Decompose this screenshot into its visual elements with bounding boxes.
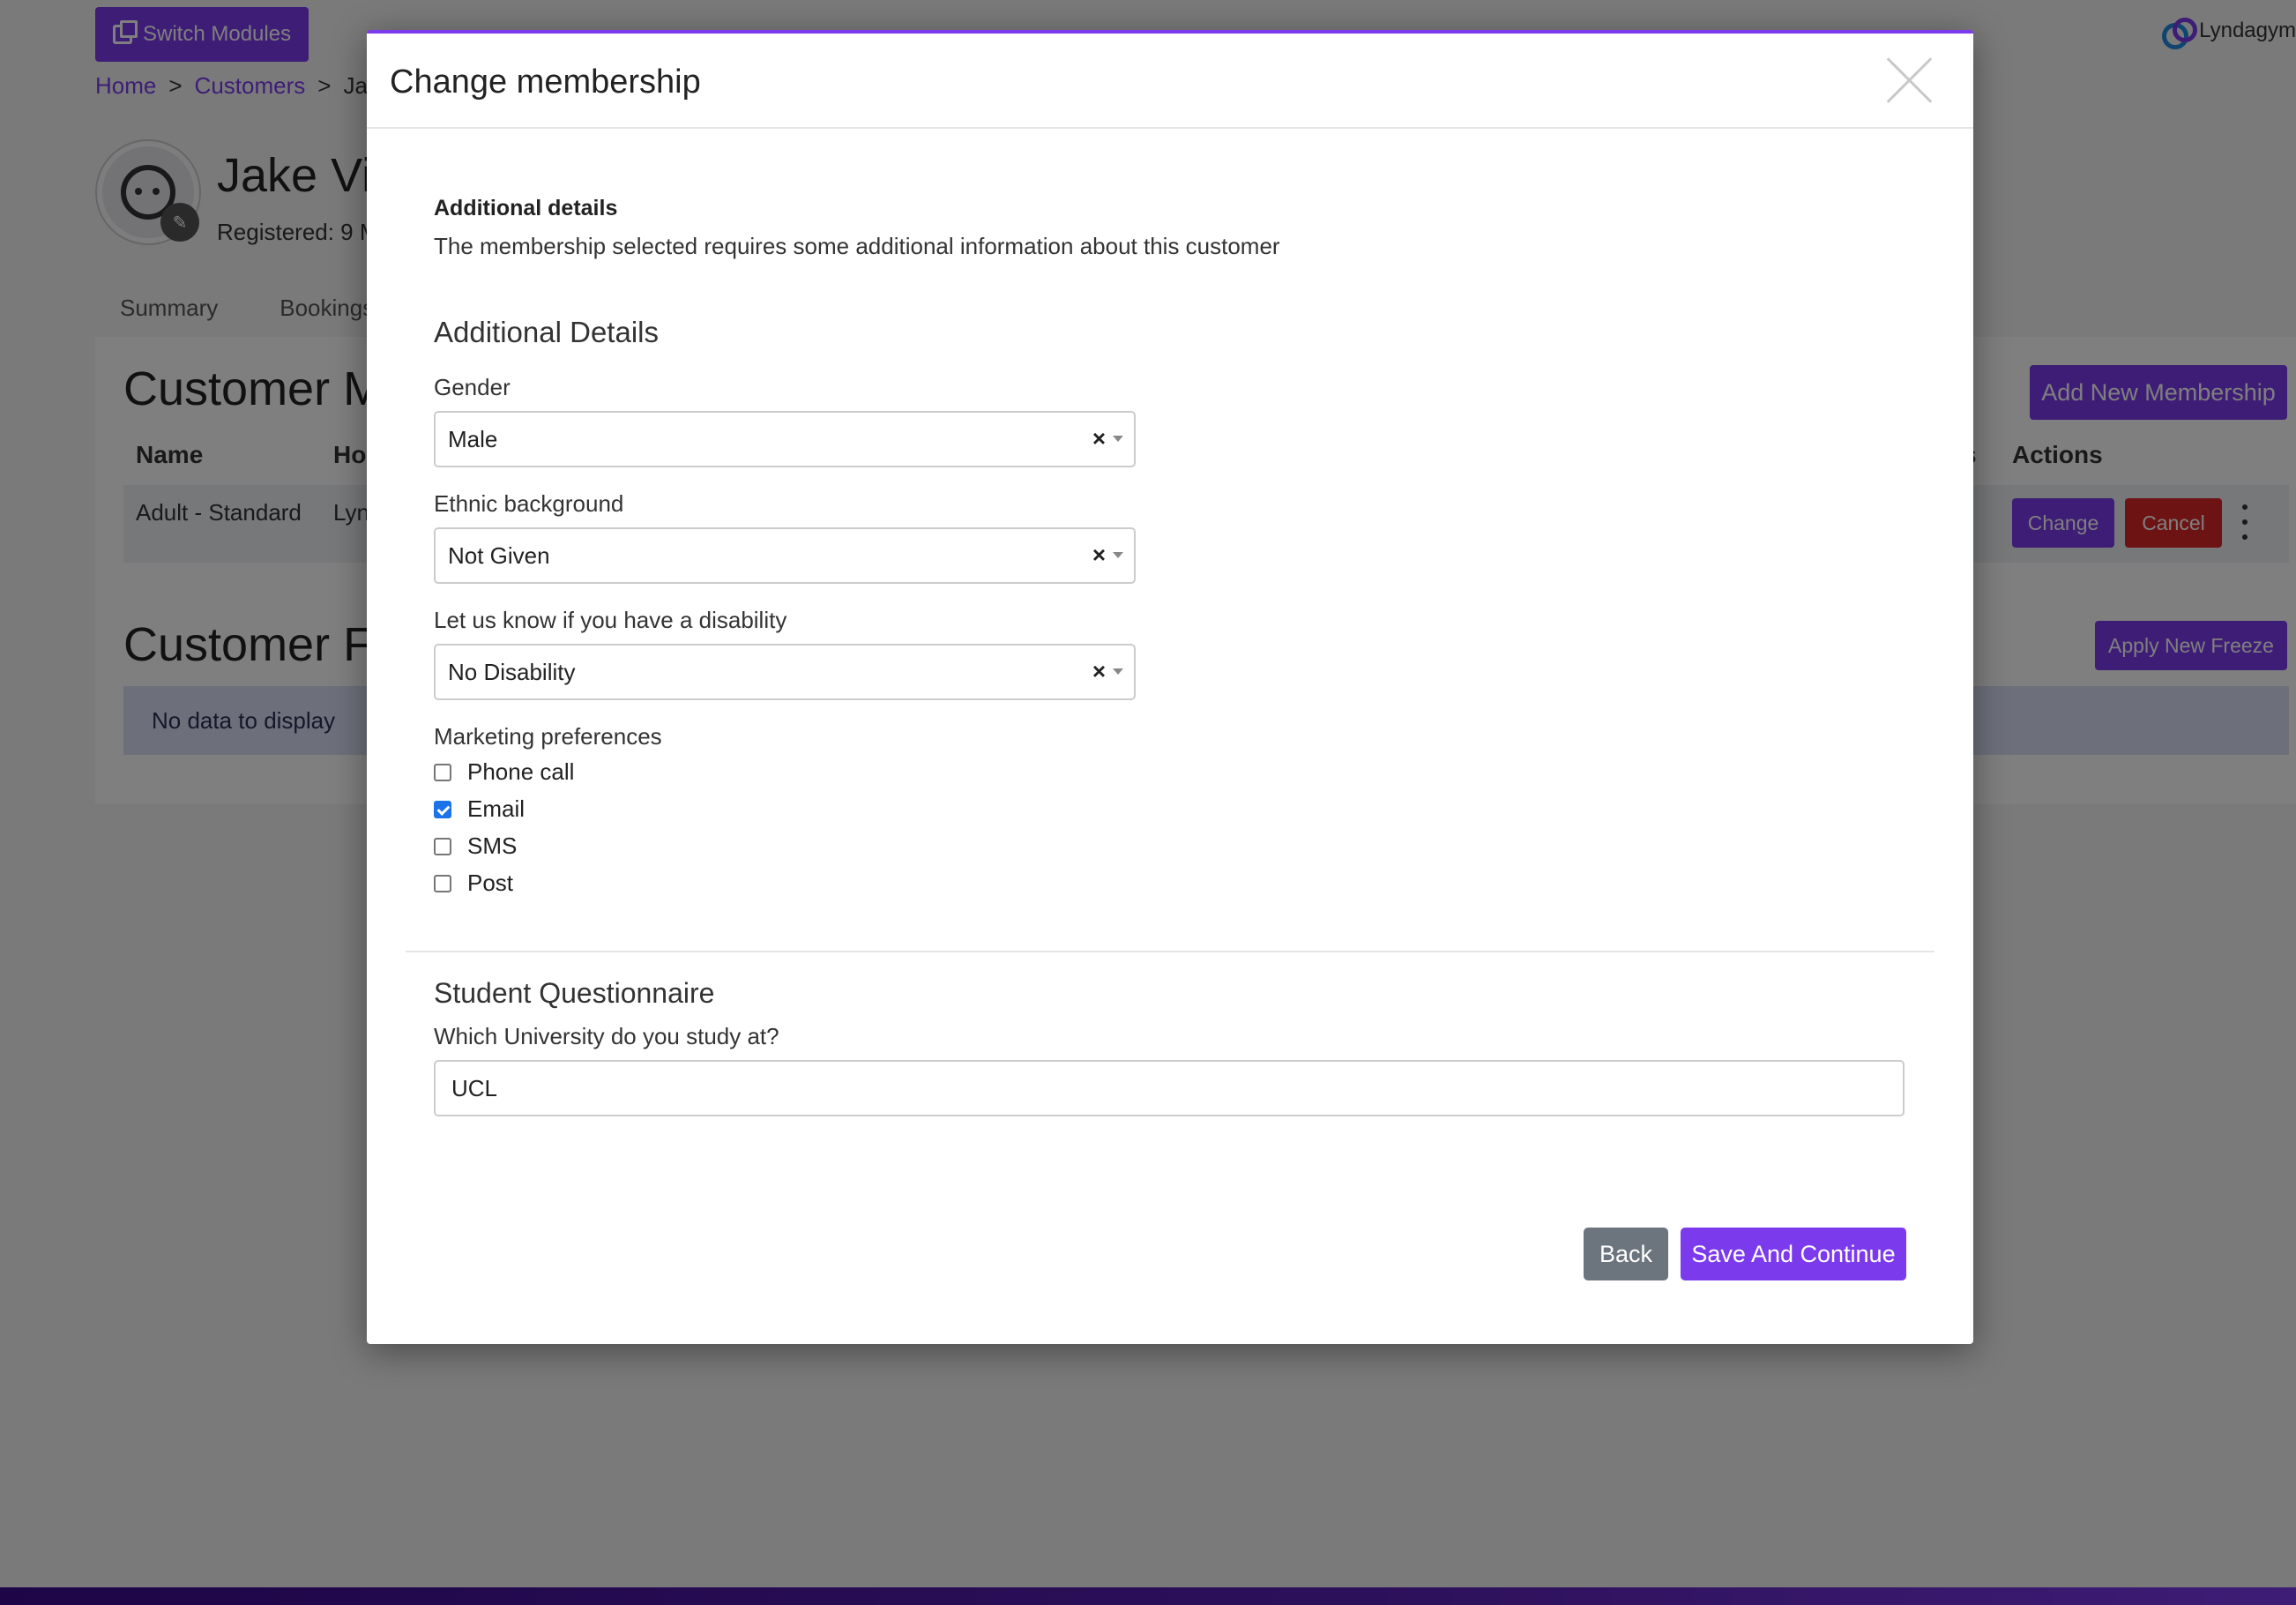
ethnic-value: Not Given bbox=[448, 541, 550, 569]
phone-label[interactable]: Phone call bbox=[467, 758, 574, 786]
modal-title: Change membership bbox=[390, 63, 701, 101]
phone-checkbox[interactable] bbox=[434, 763, 451, 781]
chevron-down-icon[interactable] bbox=[1113, 668, 1123, 675]
post-label[interactable]: Post bbox=[467, 870, 513, 897]
disability-value: No Disability bbox=[448, 658, 576, 685]
marketing-label: Marketing preferences bbox=[434, 723, 662, 750]
university-value: UCL bbox=[451, 1074, 498, 1101]
sms-label[interactable]: SMS bbox=[467, 832, 517, 860]
marketing-option-post[interactable]: Post bbox=[434, 870, 513, 897]
gender-value: Male bbox=[448, 425, 498, 452]
email-label[interactable]: Email bbox=[467, 795, 525, 823]
change-membership-modal: Change membership Additional details The… bbox=[367, 30, 1973, 1344]
sms-checkbox[interactable] bbox=[434, 837, 451, 855]
modal-header: Change membership bbox=[367, 34, 1973, 129]
university-label: Which University do you study at? bbox=[434, 1023, 779, 1049]
chevron-down-icon[interactable] bbox=[1113, 436, 1123, 442]
disability-select[interactable]: No Disability × bbox=[434, 644, 1136, 700]
close-icon[interactable] bbox=[1887, 56, 1933, 102]
email-checkbox[interactable] bbox=[434, 800, 451, 818]
disability-label: Let us know if you have a disability bbox=[434, 607, 787, 633]
chevron-down-icon[interactable] bbox=[1113, 552, 1123, 558]
section-divider bbox=[406, 951, 1934, 952]
gender-select[interactable]: Male × bbox=[434, 411, 1136, 467]
marketing-option-sms[interactable]: SMS bbox=[434, 832, 517, 860]
gender-label: Gender bbox=[434, 374, 511, 400]
questionnaire-heading: Student Questionnaire bbox=[434, 977, 715, 1009]
info-title: Additional details bbox=[434, 196, 618, 220]
info-text: The membership selected requires some ad… bbox=[434, 233, 1280, 259]
additional-details-heading: Additional Details bbox=[434, 316, 659, 348]
clear-icon[interactable]: × bbox=[1092, 425, 1106, 452]
ethnic-label: Ethnic background bbox=[434, 490, 624, 517]
marketing-option-email[interactable]: Email bbox=[434, 795, 525, 823]
clear-icon[interactable]: × bbox=[1092, 658, 1106, 685]
post-checkbox[interactable] bbox=[434, 874, 451, 892]
save-and-continue-button[interactable]: Save And Continue bbox=[1681, 1228, 1906, 1280]
university-input[interactable]: UCL bbox=[434, 1060, 1905, 1116]
ethnic-select[interactable]: Not Given × bbox=[434, 527, 1136, 584]
clear-icon[interactable]: × bbox=[1092, 541, 1106, 569]
marketing-option-phone[interactable]: Phone call bbox=[434, 758, 574, 786]
back-button[interactable]: Back bbox=[1584, 1228, 1668, 1280]
